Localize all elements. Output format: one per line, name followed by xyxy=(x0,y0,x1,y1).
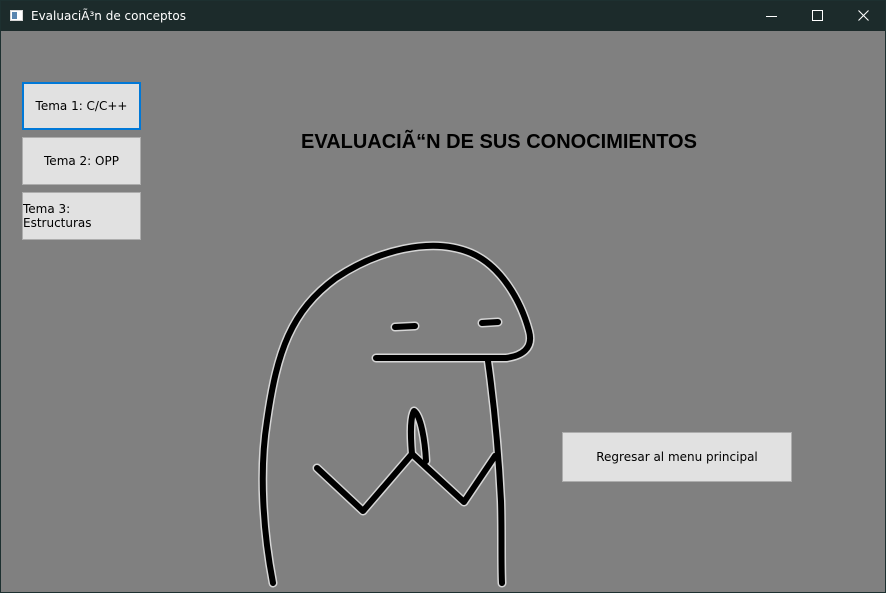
app-window: EvaluaciÃ³n de conceptos Tema 1: C/C++ T… xyxy=(0,0,886,593)
back-to-main-menu-button[interactable]: Regresar al menu principal xyxy=(562,432,792,482)
tema-2-label: Tema 2: OPP xyxy=(44,154,119,168)
minimize-icon xyxy=(766,16,777,17)
minimize-button[interactable] xyxy=(749,1,795,31)
tema-1-label: Tema 1: C/C++ xyxy=(35,99,128,113)
app-window-icon xyxy=(10,10,23,21)
close-button[interactable] xyxy=(841,1,886,31)
back-button-label: Regresar al menu principal xyxy=(596,450,758,464)
tema-2-button[interactable]: Tema 2: OPP xyxy=(22,137,141,185)
close-icon xyxy=(858,10,869,21)
form-client-area: Tema 1: C/C++ Tema 2: OPP Tema 3: Estruc… xyxy=(1,31,885,592)
flork-illustration xyxy=(258,241,535,588)
page-heading: EVALUACIÃ“N DE SUS CONOCIMIENTOS xyxy=(301,131,697,153)
window-title: EvaluaciÃ³n de conceptos xyxy=(31,9,186,23)
tema-1-button[interactable]: Tema 1: C/C++ xyxy=(22,82,141,130)
maximize-button[interactable] xyxy=(795,1,841,31)
tema-3-label: Tema 3: Estructuras xyxy=(23,202,92,230)
maximize-icon xyxy=(812,10,823,21)
title-bar[interactable]: EvaluaciÃ³n de conceptos xyxy=(1,1,885,31)
tema-3-button[interactable]: Tema 3: Estructuras xyxy=(22,192,141,240)
